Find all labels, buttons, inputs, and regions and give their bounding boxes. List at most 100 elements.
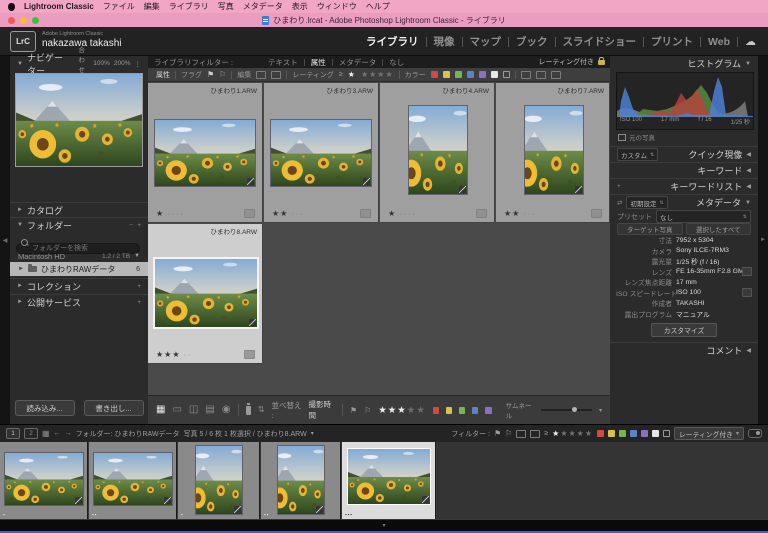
toolbar-flag-reject-icon[interactable]: ⚐: [364, 406, 371, 415]
filter-tab-attribute[interactable]: 属性: [311, 57, 326, 68]
histogram-panel[interactable]: ISO 100 17 mm f / 16 1/25 秒: [616, 72, 754, 130]
module-library[interactable]: ライブラリ: [366, 34, 419, 49]
lens-jump-button[interactable]: [742, 267, 752, 276]
target-photo-button[interactable]: ターゲット写真: [617, 223, 683, 235]
collection-add-button[interactable]: +: [137, 283, 141, 290]
unedited-filter-icon[interactable]: [271, 71, 281, 79]
develop-badge-icon[interactable]: [575, 186, 582, 193]
filmstrip-thumb-1[interactable]: ▪: [0, 442, 88, 519]
menu-app-name[interactable]: Lightroom Classic: [24, 2, 94, 11]
photo-rating[interactable]: ★★ ···: [504, 209, 537, 218]
rating-filter-stars-off[interactable]: ★★★★: [361, 70, 394, 79]
import-button[interactable]: 読み込み...: [15, 400, 75, 416]
develop-badge-icon[interactable]: [363, 178, 370, 185]
fs-label-blue[interactable]: [630, 430, 637, 437]
grid-view-button[interactable]: ▦: [156, 405, 165, 415]
export-button[interactable]: 書き出し...: [84, 400, 144, 416]
people-view-button[interactable]: ◉: [222, 405, 231, 415]
photo-rating[interactable]: ★★ ···: [272, 209, 305, 218]
fs-label-yellow[interactable]: [608, 430, 615, 437]
filter-tab-metadata[interactable]: メタデータ: [339, 57, 377, 68]
fs-edited-filter-icon[interactable]: [516, 430, 526, 438]
keyword-list-header[interactable]: + キーワードリスト ◀: [610, 178, 758, 194]
menu-edit[interactable]: 編集: [144, 1, 160, 12]
develop-badge-icon[interactable]: [249, 319, 256, 326]
menu-library[interactable]: ライブラリ: [169, 1, 209, 12]
rating-filter-star-on[interactable]: ★: [348, 70, 356, 79]
rotate-button[interactable]: [360, 209, 371, 218]
edited-filter-icon[interactable]: [256, 71, 266, 79]
toolbar-rating-stars-off[interactable]: ★★: [407, 405, 426, 416]
navigator-preview[interactable]: [15, 73, 143, 167]
catalog-header[interactable]: ► カタログ: [10, 202, 148, 217]
publish-services-header[interactable]: ► 公開サービス +: [10, 294, 148, 309]
toolbar-label-green[interactable]: [459, 407, 465, 414]
metadata-view-dropdown[interactable]: 初期設定⇅: [626, 196, 667, 209]
apple-menu-icon[interactable]: [8, 3, 15, 11]
left-panel-collapse-strip[interactable]: ◀: [0, 56, 10, 424]
comments-header[interactable]: コメント ◀: [610, 342, 758, 358]
toolbar-options-icon[interactable]: ▾: [599, 407, 602, 414]
menu-view[interactable]: 表示: [292, 1, 308, 12]
lock-icon[interactable]: [598, 60, 605, 65]
filter-tab-text[interactable]: テキスト: [268, 57, 298, 68]
navigator-zoom-more-icon[interactable]: ⋮: [135, 60, 142, 68]
fs-label-purple[interactable]: [641, 430, 648, 437]
filmstrip-source-path[interactable]: フォルダー: ひまわりRAWデータ: [76, 429, 180, 439]
toolbar-label-blue[interactable]: [472, 407, 478, 414]
module-map[interactable]: マップ: [470, 34, 502, 49]
compare-view-button[interactable]: ◫: [189, 405, 198, 415]
module-develop[interactable]: 現像: [434, 34, 455, 49]
filmstrip-thumb-5-selected[interactable]: ▪▪▪: [342, 442, 436, 519]
survey-view-button[interactable]: ▤: [205, 405, 214, 415]
go-forward-icon[interactable]: →: [65, 430, 72, 437]
quick-develop-preset-dropdown[interactable]: カスタム⇅: [617, 148, 658, 161]
fs-label-white[interactable]: [652, 430, 659, 437]
module-book[interactable]: ブック: [516, 34, 548, 49]
filmstrip-collapse-strip[interactable]: ▾: [0, 520, 768, 531]
folder-item-himawari-raw[interactable]: ► ひまわりRAWデータ 6: [10, 262, 148, 276]
metadata-header[interactable]: ⇄ 初期設定⇅ メタデータ ▼: [610, 194, 758, 210]
selected-all-button[interactable]: 選択したすべて: [686, 223, 752, 235]
histogram-header[interactable]: ヒストグラム ▼: [610, 56, 758, 71]
menu-photo[interactable]: 写真: [218, 1, 234, 12]
sort-direction-icon[interactable]: ⇅: [258, 406, 265, 414]
toolbar-label-red[interactable]: [433, 407, 439, 414]
color-chip-yellow[interactable]: [443, 71, 450, 78]
photo-rating[interactable]: ★★★ ··: [156, 350, 192, 359]
filmstrip-thumb-2[interactable]: ▪▪: [89, 442, 177, 519]
module-print[interactable]: プリント: [651, 34, 693, 49]
color-chip-green[interactable]: [455, 71, 462, 78]
metadata-switch-icon[interactable]: ⇄: [617, 199, 622, 207]
grid-cell-5-selected[interactable]: ひまわり8.ARW ★★★ ··: [148, 224, 263, 364]
filmstrip-filter-preset[interactable]: レーティング付き▾: [674, 427, 744, 440]
second-window-button[interactable]: 2: [24, 428, 38, 439]
menu-help[interactable]: ヘルプ: [366, 1, 390, 12]
collections-header[interactable]: ► コレクション +: [10, 278, 148, 293]
navigator-header[interactable]: ▼ ナビゲーター 合わせる 100% 200% ⋮: [10, 56, 148, 71]
flag-picked-icon[interactable]: ⚑: [207, 70, 214, 79]
menu-metadata[interactable]: メタデータ: [243, 1, 283, 12]
keywords-header[interactable]: キーワード ◀: [610, 162, 758, 178]
fs-rating-stars-off[interactable]: ★★★★: [560, 429, 593, 438]
folder-expand-icon[interactable]: ►: [18, 266, 24, 272]
main-window-button[interactable]: 1: [6, 428, 20, 439]
fs-flag-picked-icon[interactable]: ⚑: [494, 429, 501, 438]
photo-rating[interactable]: ★ ····: [388, 209, 417, 218]
painter-tool-icon[interactable]: [246, 406, 251, 415]
customize-button[interactable]: カスタマイズ: [651, 323, 717, 337]
color-chip-purple[interactable]: [479, 71, 486, 78]
navigator-zoom-100[interactable]: 100%: [93, 60, 110, 67]
kind-master-icon[interactable]: [521, 71, 531, 79]
right-panel-collapse-strip[interactable]: ►: [758, 56, 768, 424]
toolbar-flag-picked-icon[interactable]: ⚑: [350, 406, 357, 415]
volume-collapse-icon[interactable]: ▼: [134, 253, 140, 259]
navigator-zoom-200[interactable]: 200%: [114, 60, 131, 67]
photo-rating[interactable]: ★ ····: [156, 209, 185, 218]
grid-cell-1[interactable]: ひまわり1.ARW ★ ····: [148, 83, 263, 223]
go-back-icon[interactable]: ←: [54, 430, 61, 437]
volume-row[interactable]: Macintosh HD 1.2 / 2 TB ▼: [10, 250, 148, 262]
color-chip-blue[interactable]: [467, 71, 474, 78]
grid-cell-4[interactable]: ひまわり7.ARW ★★ ···: [496, 83, 610, 223]
iso-jump-button[interactable]: [742, 288, 752, 297]
